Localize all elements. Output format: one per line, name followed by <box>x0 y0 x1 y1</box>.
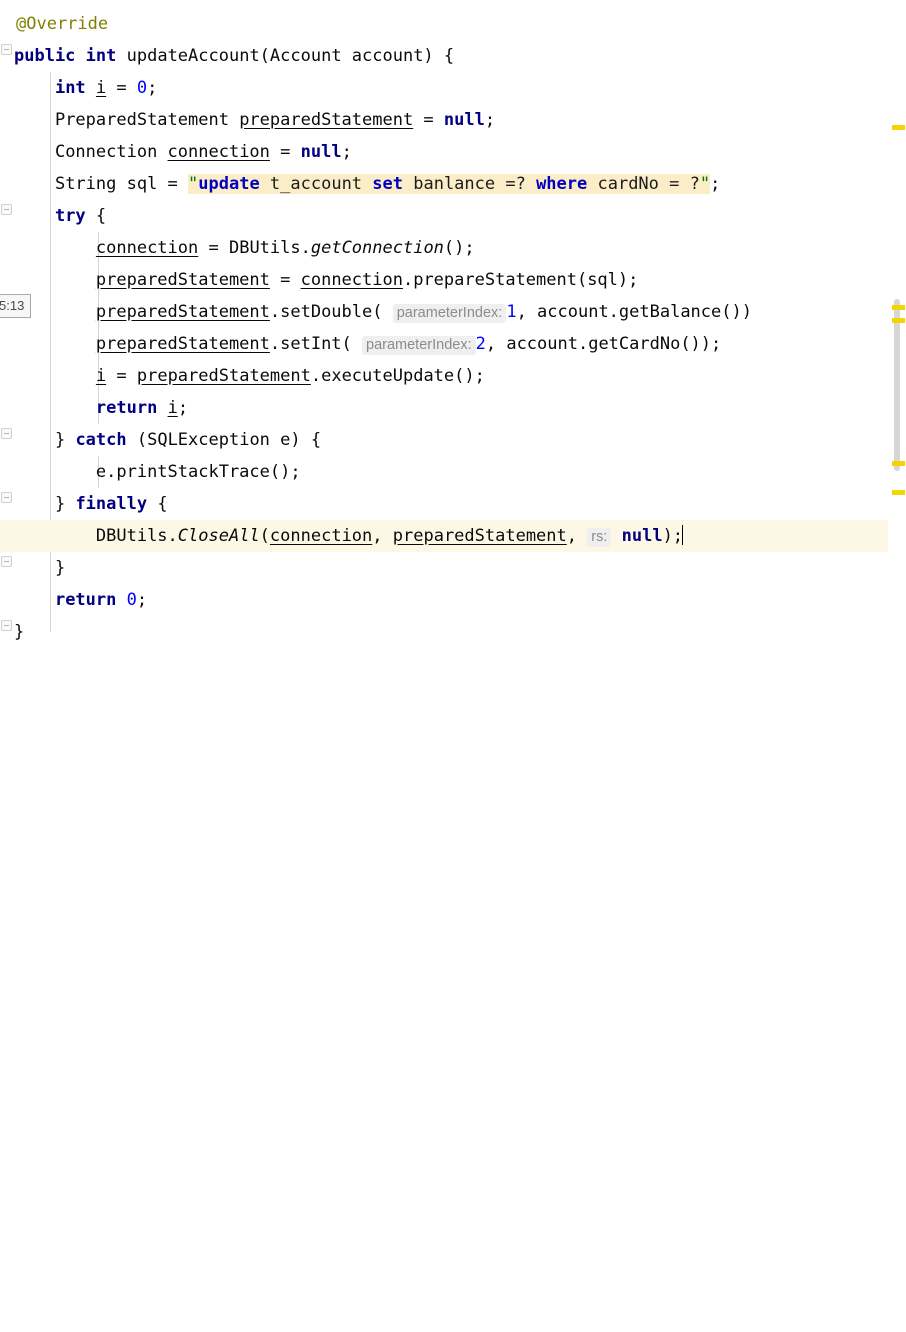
method-getConnection: getConnection <box>310 238 444 258</box>
code-line-finally[interactable]: } finally { <box>0 488 906 520</box>
argument-preparedStatement: preparedStatement <box>392 526 567 546</box>
keyword-try: try <box>54 206 86 226</box>
quote-open: " <box>188 174 199 194</box>
keyword-return-1: return <box>95 398 158 418</box>
injected-sql-string: "update t_account set banlance =? where … <box>188 174 711 194</box>
parameter-hint-rs[interactable]: rs: <box>587 528 612 547</box>
quote-close: " <box>699 174 711 194</box>
argument-getCardNo: , account.getCardNo()); <box>485 334 722 354</box>
method-CloseAll: CloseAll <box>177 526 260 546</box>
code-line-close-all[interactable]: DBUtils.CloseAll(connection, preparedSta… <box>0 520 906 552</box>
sql-column-banlance: banlance =? <box>403 174 537 194</box>
editor-marker-track[interactable] <box>888 0 906 666</box>
brace-close-finally: } <box>54 558 66 578</box>
keyword-null-3: null <box>621 526 663 546</box>
argument-connection: connection <box>269 526 373 546</box>
class-DBUtils-1: DBUtils. <box>228 238 311 258</box>
sql-keyword-set: set <box>372 174 403 194</box>
keyword-null-1: null <box>443 110 485 130</box>
catch-parameter-SQLException: (SQLException e) { <box>126 430 322 450</box>
variable-connection-ref: connection <box>300 270 403 290</box>
code-line-set-double[interactable]: preparedStatement.setDouble( parameterIn… <box>0 296 906 328</box>
sql-condition-cardno: cardNo = ? <box>587 174 700 194</box>
brace-close-method: } <box>14 622 25 642</box>
class-DBUtils-2: DBUtils. <box>95 526 178 546</box>
variable-preparedStatement-ref-3: preparedStatement <box>136 366 311 386</box>
code-line-set-int[interactable]: preparedStatement.setInt( parameterIndex… <box>0 328 906 360</box>
keyword-catch: catch <box>75 430 127 450</box>
literal-zero-return: 0 <box>126 590 137 610</box>
parameter-hint-parameterIndex-1[interactable]: parameterIndex: <box>392 304 507 323</box>
method-setDouble: .setDouble( <box>269 302 393 322</box>
literal-two: 2 <box>475 334 486 354</box>
type-String-sql: String sql = <box>54 174 189 194</box>
code-line-sql-string[interactable]: String sql = "update t_account set banla… <box>0 168 906 200</box>
code-line-prepare-statement[interactable]: preparedStatement = connection.prepareSt… <box>0 264 906 296</box>
code-editor[interactable]: @Override public int updateAccount(Accou… <box>0 0 906 666</box>
warning-marker-1[interactable] <box>892 125 905 130</box>
brace-close-catch: } <box>54 494 76 514</box>
keyword-int: int <box>85 46 117 66</box>
keyword-finally: finally <box>75 494 148 514</box>
keyword-public: public <box>14 46 76 66</box>
code-line-method-signature[interactable]: public int updateAccount(Account account… <box>0 40 906 72</box>
code-line-execute-update[interactable]: i = preparedStatement.executeUpdate(); <box>0 360 906 392</box>
code-line-close-brace-finally[interactable]: } <box>0 552 906 584</box>
sql-keyword-update: update <box>198 174 260 194</box>
code-line-prepared-statement-decl[interactable]: PreparedStatement preparedStatement = nu… <box>0 104 906 136</box>
code-line-method-end[interactable]: } <box>0 616 906 648</box>
keyword-return-2: return <box>54 590 117 610</box>
method-executeUpdate: .executeUpdate(); <box>310 366 485 386</box>
variable-i-assign: i <box>95 366 107 386</box>
method-setInt: .setInt( <box>269 334 363 354</box>
argument-getBalance: , account.getBalance()) <box>516 302 752 322</box>
variable-connection-assign: connection <box>95 238 199 258</box>
code-line-override[interactable]: @Override <box>0 8 906 40</box>
call-printStackTrace: e.printStackTrace(); <box>95 462 301 482</box>
method-prepareStatement: .prepareStatement(sql); <box>402 270 639 290</box>
variable-i: i <box>95 78 107 98</box>
code-line-try[interactable]: try { <box>0 200 906 232</box>
brace-close-try: } <box>54 430 76 450</box>
literal-one: 1 <box>506 302 517 322</box>
type-Connection: Connection <box>54 142 168 162</box>
warning-marker-4[interactable] <box>892 461 905 466</box>
code-line-print-stack-trace[interactable]: e.printStackTrace(); <box>0 456 906 488</box>
text-caret <box>682 525 684 545</box>
code-line-get-connection[interactable]: connection = DBUtils.getConnection(); <box>0 232 906 264</box>
parameter-hint-parameterIndex-2[interactable]: parameterIndex: <box>362 336 476 355</box>
sql-table-name: t_account <box>259 174 373 194</box>
code-line-catch[interactable]: } catch (SQLException e) { <box>0 424 906 456</box>
annotation-override: @Override <box>16 14 109 34</box>
variable-preparedStatement-assign: preparedStatement <box>95 270 270 290</box>
code-line-int-i[interactable]: int i = 0; <box>0 72 906 104</box>
warning-marker-5[interactable] <box>892 490 905 495</box>
variable-preparedStatement-ref-2: preparedStatement <box>95 334 270 354</box>
code-content[interactable]: @Override public int updateAccount(Accou… <box>0 0 906 666</box>
code-line-return-zero[interactable]: return 0; <box>0 584 906 616</box>
variable-preparedStatement: preparedStatement <box>239 110 414 130</box>
variable-i-return: i <box>167 398 178 418</box>
caret-position-tooltip: 5:13 <box>0 294 32 318</box>
type-PreparedStatement: PreparedStatement <box>54 110 240 130</box>
vertical-scrollbar-thumb[interactable] <box>894 299 900 471</box>
literal-zero: 0 <box>136 78 148 98</box>
sql-keyword-where: where <box>536 174 588 194</box>
warning-marker-2[interactable] <box>892 305 905 310</box>
method-declaration-updateAccount: updateAccount(Account account) { <box>116 46 455 66</box>
keyword-null-2: null <box>300 142 342 162</box>
keyword-int-decl: int <box>54 78 86 98</box>
code-line-connection-decl[interactable]: Connection connection = null; <box>0 136 906 168</box>
warning-marker-3[interactable] <box>892 318 905 323</box>
variable-preparedStatement-ref-1: preparedStatement <box>95 302 270 322</box>
variable-connection: connection <box>167 142 270 162</box>
code-line-return-i[interactable]: return i; <box>0 392 906 424</box>
